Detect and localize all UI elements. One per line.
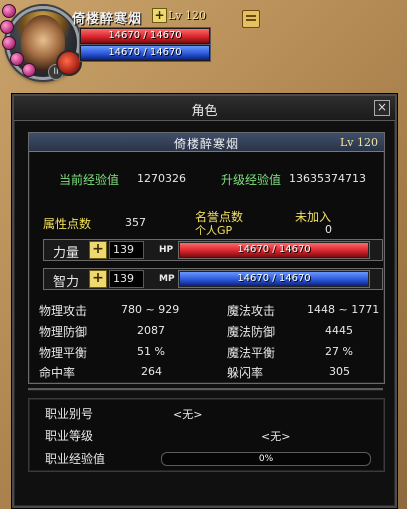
hud-button-2[interactable]	[0, 20, 14, 34]
gp-value: 0	[325, 223, 332, 236]
player-hud: II 倚楼醉寒烟 + Lv 120 14670 / 14670 14670 / …	[0, 0, 407, 92]
character-window: 角色 × 倚楼醉寒烟 Lv 120 当前经验值 1270326 升级经验值 13…	[12, 94, 397, 508]
combat-2-label2: 魔法平衡	[227, 346, 276, 360]
combat-0-label2: 魔法攻击	[227, 304, 276, 318]
hud-button-1[interactable]	[2, 4, 16, 18]
current-exp-value: 1270326	[137, 172, 186, 185]
window-titlebar[interactable]: 角色 ×	[14, 96, 395, 121]
hud-plus-icon[interactable]: +	[152, 8, 167, 23]
hud-hp-text: 14670 / 14670	[108, 30, 182, 41]
combat-3-label2: 躲闪率	[227, 366, 264, 380]
combat-1-label2: 魔法防御	[227, 325, 276, 339]
hud-player-level: Lv 120	[168, 9, 207, 22]
combat-0-value2: 1448 ~ 1771	[307, 303, 380, 316]
attr-points-label: 属性点数	[43, 217, 92, 231]
combat-1-label: 物理防御	[39, 325, 88, 339]
strength-label: 力量	[53, 246, 80, 261]
hud-mp-bar: 14670 / 14670	[80, 45, 210, 61]
job-info-panel: 职业别号 <无> 职业等级 <无> 职业经验值 0%	[28, 398, 385, 472]
character-namebar: 倚楼醉寒烟 Lv 120	[29, 133, 384, 152]
job-exp-bar: 0%	[161, 452, 371, 466]
hud-player-name: 倚楼醉寒烟	[72, 12, 143, 27]
character-info-panel: 倚楼醉寒烟 Lv 120 当前经验值 1270326 升级经验值 1363537…	[28, 132, 385, 384]
window-title: 角色	[191, 104, 218, 119]
strength-plus-button[interactable]: +	[89, 241, 107, 259]
combat-0-label: 物理攻击	[39, 304, 88, 318]
character-level: Lv 120	[339, 136, 378, 149]
job-exp-label: 职业经验值	[45, 452, 106, 466]
combat-2-label: 物理平衡	[39, 346, 88, 360]
combat-2-value2: 27 %	[325, 345, 353, 358]
character-name: 倚楼醉寒烟	[173, 137, 239, 151]
combat-0-value: 780 ~ 929	[121, 303, 180, 316]
job-title-value: <无>	[173, 408, 203, 421]
hud-button-4[interactable]	[10, 52, 24, 66]
combat-1-value: 2087	[137, 324, 165, 337]
next-exp-label: 升级经验值	[221, 173, 282, 187]
combat-1-value2: 4445	[325, 324, 353, 337]
job-level-value: <无>	[261, 430, 291, 443]
hp-label: HP	[159, 245, 174, 255]
attr-points-value: 357	[125, 216, 146, 229]
section-divider	[28, 388, 383, 391]
hp-bar: 14670 / 14670	[179, 242, 369, 258]
intelligence-label: 智力	[53, 275, 80, 290]
job-title-label: 职业别号	[45, 407, 94, 421]
combat-3-label: 命中率	[39, 366, 76, 380]
current-exp-label: 当前经验值	[59, 173, 120, 187]
gp-label: 个人GP	[195, 224, 233, 237]
mp-label: MP	[159, 274, 175, 284]
faction-emblem-icon[interactable]	[56, 50, 82, 76]
job-exp-text: 0%	[258, 454, 274, 464]
strength-value: 139	[109, 241, 144, 259]
hp-text: 14670 / 14670	[237, 244, 311, 255]
mp-bar: 14670 / 14670	[179, 271, 369, 287]
intelligence-value: 139	[109, 270, 144, 288]
hud-button-3[interactable]	[2, 36, 16, 50]
hud-mp-text: 14670 / 14670	[108, 47, 182, 58]
combat-2-value: 51 %	[137, 345, 165, 358]
next-exp-value: 13635374713	[289, 172, 366, 185]
mp-text: 14670 / 14670	[237, 273, 311, 284]
intelligence-plus-button[interactable]: +	[89, 270, 107, 288]
quest-scroll-icon[interactable]	[242, 10, 260, 28]
combat-3-value2: 305	[329, 365, 350, 378]
hud-button-5[interactable]	[22, 63, 36, 77]
hud-hp-bar: 14670 / 14670	[80, 28, 210, 44]
combat-3-value: 264	[141, 365, 162, 378]
job-level-label: 职业等级	[45, 429, 94, 443]
close-button[interactable]: ×	[374, 100, 390, 116]
